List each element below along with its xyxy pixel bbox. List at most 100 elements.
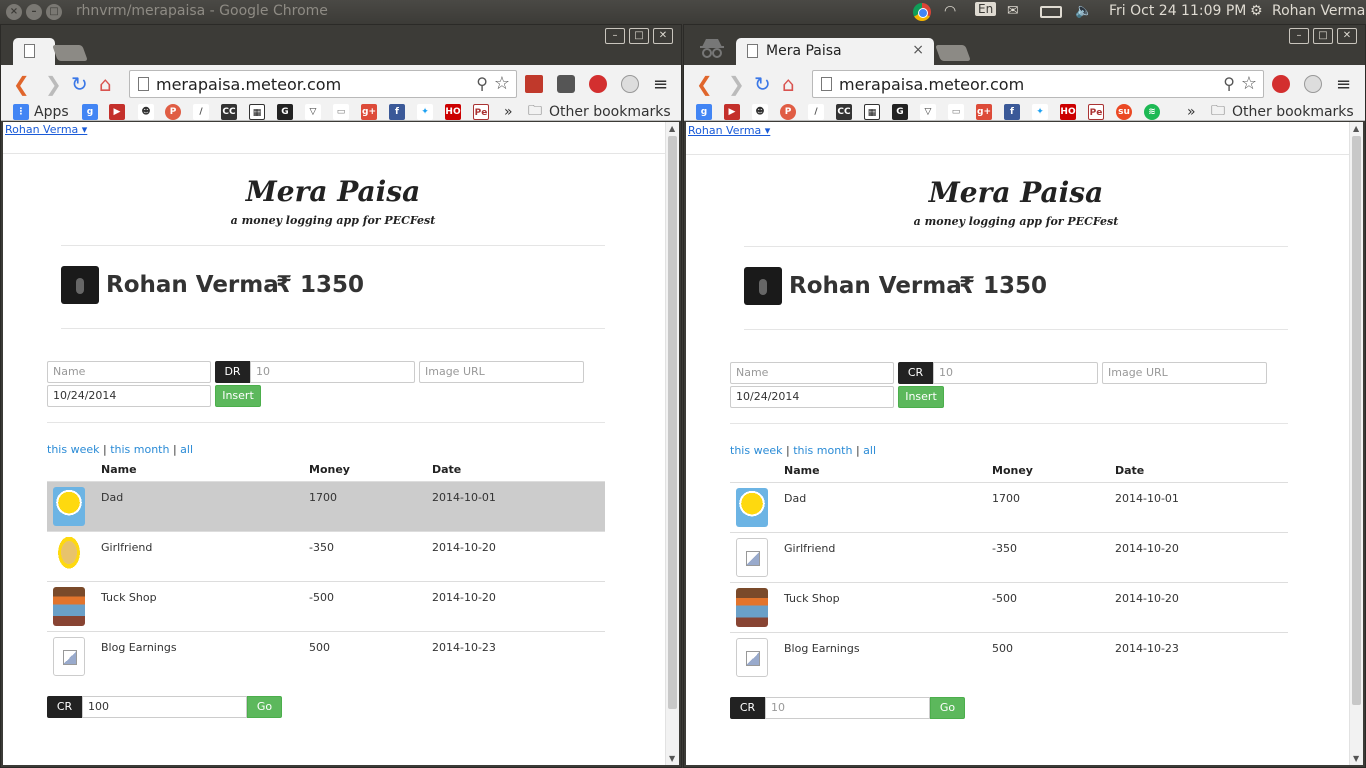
minimize-window-icon[interactable]: – (26, 4, 42, 20)
table-row[interactable]: Dad 1700 2014-10-01 (47, 481, 605, 531)
scroll-down-icon[interactable]: ▼ (669, 754, 675, 763)
google-bookmark-icon[interactable]: g (82, 104, 98, 120)
table-row[interactable]: Dad 1700 2014-10-01 (730, 482, 1288, 532)
menu-icon[interactable]: ≡ (1336, 74, 1351, 95)
holub-bookmark-icon[interactable]: HO (1060, 104, 1076, 120)
quick-type-button[interactable]: CR (730, 697, 765, 719)
vertical-scrollbar[interactable]: ▲ ▼ (665, 122, 679, 765)
maximize-icon[interactable]: □ (1313, 28, 1333, 44)
google-bookmark-icon[interactable]: g (696, 104, 712, 120)
adblock-icon[interactable] (1272, 75, 1290, 93)
table-row[interactable]: Blog Earnings 500 2014-10-23 (730, 632, 1288, 682)
close-icon[interactable]: ✕ (1337, 28, 1357, 44)
chrome-tray-icon[interactable] (913, 3, 931, 21)
forward-icon[interactable]: ❯ (45, 73, 62, 95)
user-menu-link[interactable]: Rohan Verma ▾ (688, 124, 770, 137)
p-bookmark-icon[interactable]: P (780, 104, 796, 120)
reload-icon[interactable]: ↻ (754, 73, 771, 95)
bookmark-ext-icon[interactable] (525, 75, 543, 93)
shield-icon[interactable] (1304, 75, 1322, 93)
p-bookmark-icon[interactable]: P (165, 104, 181, 120)
address-bar[interactable]: merapaisa.meteor.com ⚲ ☆ (129, 70, 517, 98)
filter-all[interactable]: all (180, 443, 193, 456)
date-input[interactable]: 10/24/2014 (730, 386, 894, 408)
maximize-icon[interactable]: □ (629, 28, 649, 44)
table-row[interactable]: Blog Earnings 500 2014-10-23 (47, 631, 605, 681)
filter-this-week[interactable]: this week (47, 443, 99, 456)
twitter-bookmark-icon[interactable]: ✦ (1032, 104, 1048, 120)
amount-input[interactable]: 10 (250, 361, 415, 383)
pen-bookmark-icon[interactable]: / (808, 104, 824, 120)
g-bookmark-icon[interactable]: G (277, 104, 293, 120)
tab-close-icon[interactable]: × (912, 42, 924, 58)
go-button[interactable]: Go (930, 697, 965, 719)
search-icon[interactable]: ⚲ (476, 74, 488, 93)
volume-icon[interactable]: 🔈 (1075, 3, 1092, 19)
gear-icon[interactable]: ⚙ (1250, 3, 1263, 19)
new-tab-button[interactable] (52, 45, 88, 61)
reload-icon[interactable]: ↻ (71, 73, 88, 95)
table-row[interactable]: Tuck Shop -500 2014-10-20 (47, 581, 605, 631)
close-window-icon[interactable]: × (6, 4, 22, 20)
clock[interactable]: Fri Oct 24 11:09 PM (1109, 3, 1246, 19)
new-tab-button[interactable] (935, 45, 971, 61)
address-bar[interactable]: merapaisa.meteor.com ⚲ ☆ (812, 70, 1264, 98)
home-icon[interactable]: ⌂ (782, 73, 795, 95)
facebook-bookmark-icon[interactable]: f (1004, 104, 1020, 120)
scrollbar-thumb[interactable] (668, 136, 677, 709)
g-bookmark-icon[interactable]: G (892, 104, 908, 120)
tab-mera-paisa[interactable]: Mera Paisa × (736, 38, 934, 65)
page-bookmark-icon[interactable]: ▭ (333, 104, 349, 120)
close-icon[interactable]: ✕ (653, 28, 673, 44)
stumbleupon-bookmark-icon[interactable]: su (1116, 104, 1132, 120)
adblock-icon[interactable] (589, 75, 607, 93)
bookmarks-overflow[interactable]: » (1187, 103, 1196, 121)
amount-input[interactable]: 10 (933, 362, 1098, 384)
apps-icon[interactable]: ⋮ (13, 104, 29, 120)
keyboard-language-indicator[interactable]: En (975, 2, 997, 16)
facebook-bookmark-icon[interactable]: f (389, 104, 405, 120)
vertical-scrollbar[interactable]: ▲ ▼ (1349, 122, 1363, 765)
v-bookmark-icon[interactable]: ▽ (305, 104, 321, 120)
home-icon[interactable]: ⌂ (99, 73, 112, 95)
scroll-down-icon[interactable]: ▼ (1353, 754, 1359, 763)
v-bookmark-icon[interactable]: ▽ (920, 104, 936, 120)
youtube-bookmark-icon[interactable]: ▶ (109, 104, 125, 120)
session-user[interactable]: Rohan Verma (1272, 3, 1365, 19)
user-menu-link[interactable]: Rohan Verma ▾ (5, 123, 87, 136)
filter-all[interactable]: all (863, 444, 876, 457)
quick-amount-input[interactable]: 100 (82, 696, 247, 718)
battery-icon[interactable] (1040, 6, 1062, 18)
table-row[interactable]: Tuck Shop -500 2014-10-20 (730, 582, 1288, 632)
name-input[interactable]: Name (47, 361, 211, 383)
menu-icon[interactable]: ≡ (653, 74, 668, 95)
gplus-bookmark-icon[interactable]: g+ (361, 104, 377, 120)
insert-button[interactable]: Insert (898, 386, 944, 408)
name-input[interactable]: Name (730, 362, 894, 384)
reddit-bookmark-icon[interactable]: ☻ (138, 104, 154, 120)
tab-new-tab[interactable] (13, 38, 55, 65)
scroll-up-icon[interactable]: ▲ (1353, 124, 1359, 133)
pe-bookmark-icon[interactable]: Pe (1088, 104, 1104, 120)
back-icon[interactable]: ❮ (13, 73, 30, 95)
spotify-bookmark-icon[interactable]: ≋ (1144, 104, 1160, 120)
go-button[interactable]: Go (247, 696, 282, 718)
pocket-icon[interactable] (557, 75, 575, 93)
search-icon[interactable]: ⚲ (1223, 74, 1235, 93)
insert-button[interactable]: Insert (215, 385, 261, 407)
wifi-icon[interactable]: ◠ (944, 3, 956, 19)
holub-bookmark-icon[interactable]: HO (445, 104, 461, 120)
qr-bookmark-icon[interactable]: ▦ (864, 104, 880, 120)
image-url-input[interactable]: Image URL (1102, 362, 1267, 384)
filter-this-month[interactable]: this month (793, 444, 852, 457)
star-icon[interactable]: ☆ (494, 73, 510, 94)
other-bookmarks[interactable]: Other bookmarks (549, 103, 671, 121)
back-icon[interactable]: ❮ (696, 73, 713, 95)
filter-this-week[interactable]: this week (730, 444, 782, 457)
bookmarks-overflow[interactable]: » (504, 103, 513, 121)
table-row[interactable]: Girlfriend -350 2014-10-20 (730, 532, 1288, 582)
twitter-bookmark-icon[interactable]: ✦ (417, 104, 433, 120)
image-url-input[interactable]: Image URL (419, 361, 584, 383)
cc-bookmark-icon[interactable]: CC (836, 104, 852, 120)
shield-icon[interactable] (621, 75, 639, 93)
